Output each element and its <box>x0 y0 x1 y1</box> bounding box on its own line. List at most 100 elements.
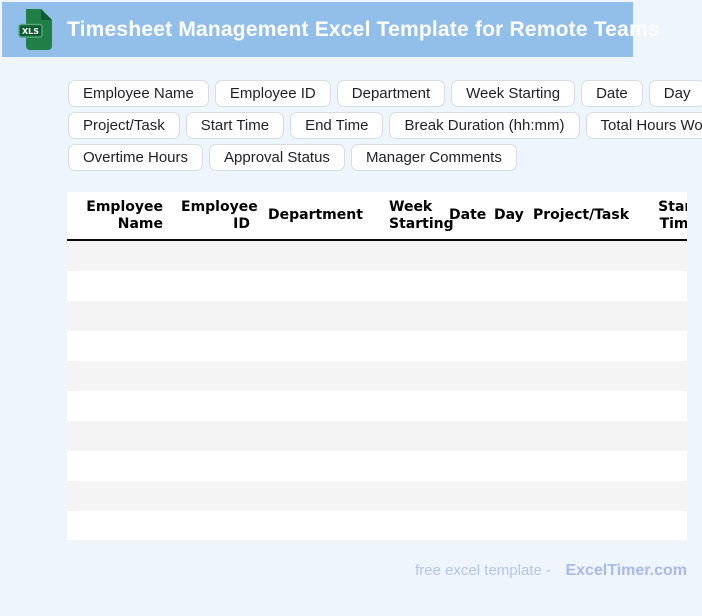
tag-chip[interactable]: Day <box>648 80 702 107</box>
table-cell <box>67 481 172 511</box>
table-cell <box>67 331 172 361</box>
table-cell <box>645 331 687 361</box>
column-header: Day <box>485 192 524 241</box>
table-cell <box>67 361 172 391</box>
table-cell <box>380 331 440 361</box>
table-cell <box>485 451 524 481</box>
column-header: Week Starting <box>380 192 454 241</box>
tag-chip[interactable]: Department <box>336 80 446 107</box>
table-cell <box>259 361 380 391</box>
tag-chip[interactable]: Employee Name <box>68 80 209 107</box>
tag-chip[interactable]: Start Time <box>185 112 285 139</box>
tag-rows: Employee Name Employee ID Department Week S… <box>68 80 702 176</box>
table-cell <box>485 301 524 331</box>
table-cell <box>380 301 440 331</box>
table-cell <box>524 271 645 301</box>
table-cell <box>524 331 645 361</box>
table-cell <box>259 271 380 301</box>
table-row <box>67 481 687 511</box>
table-cell <box>440 240 485 271</box>
column-header: Project/Task <box>524 192 645 241</box>
table-row <box>67 240 687 271</box>
table-row <box>67 451 687 481</box>
column-header: Start Time <box>645 192 687 241</box>
table-cell <box>172 451 259 481</box>
tag-chip[interactable]: Overtime Hours <box>68 144 204 171</box>
table-cell <box>172 511 259 540</box>
table-cell <box>380 240 440 271</box>
table-row <box>67 301 687 331</box>
table-cell <box>645 301 687 331</box>
table-cell <box>440 421 485 451</box>
table-body <box>67 240 687 540</box>
header-row: Employee Name Employee ID Department Week S… <box>67 192 687 241</box>
table-cell <box>380 421 440 451</box>
tag-chip[interactable]: Total Hours Worked <box>585 112 702 139</box>
table-cell <box>259 511 380 540</box>
table-cell <box>440 511 485 540</box>
column-header: Employee Name <box>67 192 172 241</box>
table-row <box>67 331 687 361</box>
tag-chip[interactable]: Week Starting <box>451 80 576 107</box>
table-cell <box>440 361 485 391</box>
table-cell <box>485 421 524 451</box>
xls-badge-label: XLS <box>22 27 39 36</box>
tag-chip[interactable]: Employee ID <box>214 80 331 107</box>
tag-chip[interactable]: End Time <box>290 112 384 139</box>
column-header: Department <box>259 192 380 241</box>
table-cell <box>172 240 259 271</box>
tag-row: Overtime Hours Approval Status Manager Com… <box>68 144 698 171</box>
table-cell <box>259 451 380 481</box>
table-cell <box>380 511 440 540</box>
table-cell <box>380 361 440 391</box>
page-header: XLS Timesheet Management Excel Template … <box>2 2 660 57</box>
table-cell <box>524 240 645 271</box>
table-cell <box>259 421 380 451</box>
table-cell <box>524 481 645 511</box>
table-cell <box>440 451 485 481</box>
table-cell <box>645 451 687 481</box>
table-row <box>67 271 687 301</box>
table-cell <box>380 391 440 421</box>
table-cell <box>67 301 172 331</box>
tag-chip[interactable]: Date <box>581 80 643 107</box>
tag-row: Project/Task Start Time End Time Break Dura… <box>68 112 702 139</box>
table-cell <box>485 240 524 271</box>
table-cell <box>67 511 172 540</box>
table-cell <box>524 511 645 540</box>
table-cell <box>524 421 645 451</box>
page-title: Timesheet Management Excel Template for … <box>67 17 660 41</box>
table-cell <box>645 481 687 511</box>
tag-chip[interactable]: Project/Task <box>68 112 180 139</box>
column-header: Employee ID <box>172 192 259 241</box>
table-cell <box>440 331 485 361</box>
table-cell <box>259 331 380 361</box>
table-cell <box>524 301 645 331</box>
footer-tagline: free excel template - <box>415 562 551 579</box>
table-cell <box>440 271 485 301</box>
table-cell <box>645 271 687 301</box>
table-cell <box>259 481 380 511</box>
table-cell <box>440 301 485 331</box>
table-cell <box>524 451 645 481</box>
table-cell <box>172 361 259 391</box>
tag-chip[interactable]: Approval Status <box>209 144 345 171</box>
table-cell <box>645 240 687 271</box>
table-cell <box>259 240 380 271</box>
table-cell <box>485 511 524 540</box>
footer: free excel template - ExcelTimer.com <box>67 562 687 580</box>
tag-chip[interactable]: Manager Comments <box>350 144 517 171</box>
timesheet-table: Employee Name Employee ID Department Week S… <box>67 192 687 540</box>
table-cell <box>172 301 259 331</box>
table-row <box>67 421 687 451</box>
table-cell <box>67 271 172 301</box>
footer-brand-link[interactable]: ExcelTimer.com <box>565 562 687 579</box>
xls-file-icon: XLS <box>18 9 52 50</box>
table-cell <box>172 481 259 511</box>
table-cell <box>645 361 687 391</box>
tag-row: Employee Name Employee ID Department Week S… <box>68 80 702 107</box>
table-cell <box>172 391 259 421</box>
tag-chip[interactable]: Break Duration (hh:mm) <box>389 112 580 139</box>
table-cell <box>380 481 440 511</box>
table-cell <box>485 361 524 391</box>
